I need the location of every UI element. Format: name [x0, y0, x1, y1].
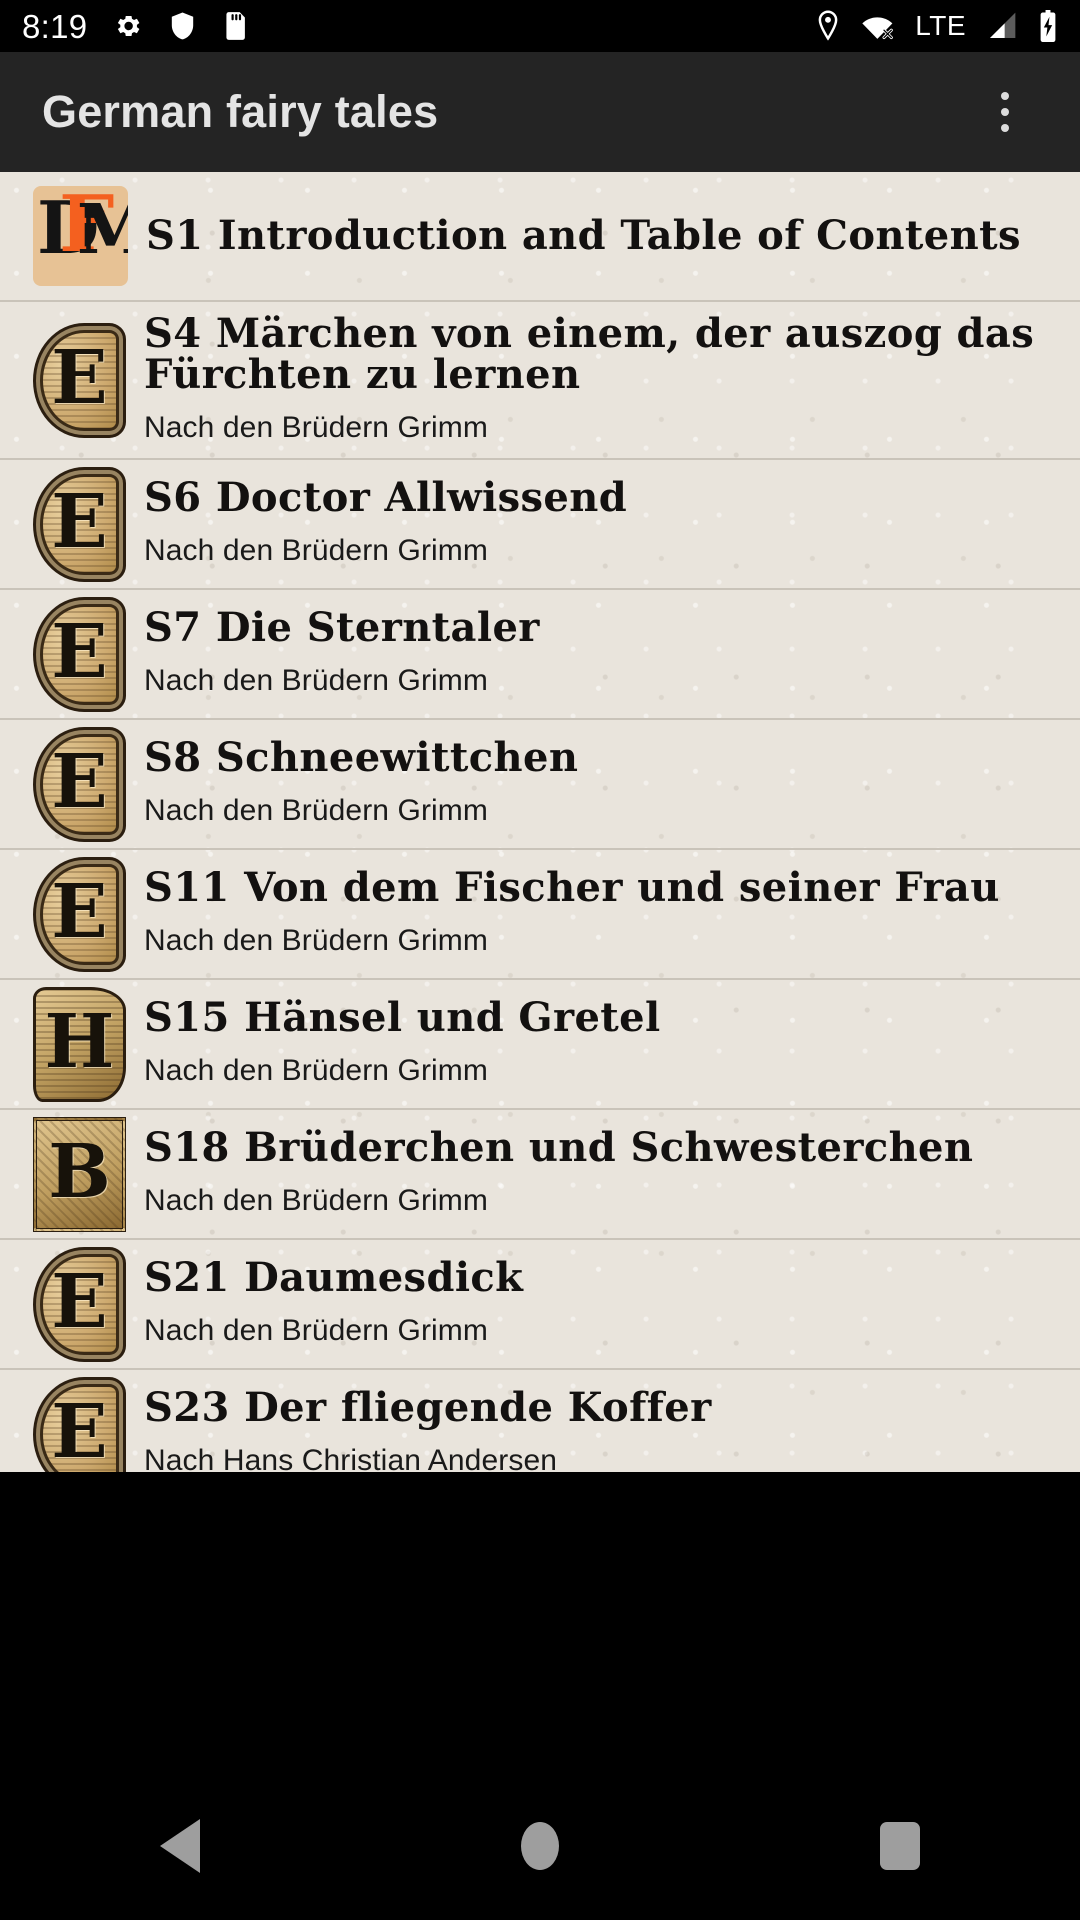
- list-item-text: S21 Daumesdick Nach den Brüdern Grimm: [144, 1258, 1080, 1349]
- list-item-title: S4 Märchen von einem, der auszog das Für…: [144, 313, 1035, 396]
- initial-letter-thumbnail: E: [33, 1246, 126, 1362]
- list-item-title: S15 Hänsel und Gretel: [144, 994, 661, 1042]
- list-item[interactable]: E S8 Schneewittchen Nach den Brüdern Grimm: [0, 720, 1080, 850]
- back-button[interactable]: [160, 1819, 201, 1873]
- list-item-subtitle: Nach den Brüdern Grimm: [144, 410, 488, 444]
- list-item-title: S23 Der fliegende Koffer: [144, 1384, 712, 1432]
- battery-charging-icon: [1038, 10, 1058, 42]
- illuminated-initial: E: [33, 856, 126, 972]
- list-item-subtitle: Nach den Brüdern Grimm: [144, 1054, 488, 1088]
- list-item-text: S4 Märchen von einem, der auszog das Für…: [144, 314, 1080, 446]
- status-bar-left: 8:19: [22, 10, 247, 43]
- list-item-text: S23 Der fliegende Koffer Nach Hans Christ…: [144, 1388, 1080, 1472]
- illuminated-initial: E: [33, 596, 126, 712]
- list-item-text: S8 Schneewittchen Nach den Brüdern Grimm: [144, 738, 1080, 829]
- initial-letter-thumbnail: E: [33, 1376, 126, 1472]
- back-triangle-icon: [160, 1819, 201, 1873]
- list-item[interactable]: DFM S1 Introduction and Table of Contents: [0, 172, 1080, 302]
- recents-square-icon: [879, 1822, 920, 1870]
- initial-letter-thumbnail: E: [33, 322, 126, 438]
- list-item-subtitle: Nach den Brüdern Grimm: [144, 664, 488, 698]
- list-item-title: S6 Doctor Allwissend: [144, 474, 628, 522]
- list-item[interactable]: E S4 Märchen von einem, der auszog das Fü…: [0, 302, 1080, 460]
- list-item-subtitle: Nach den Brüdern Grimm: [144, 1314, 488, 1348]
- shield-icon: [169, 11, 196, 41]
- app-bar: German fairy tales: [0, 52, 1080, 172]
- home-button[interactable]: [520, 1822, 559, 1870]
- initial-letter-thumbnail: E: [33, 856, 126, 972]
- initial-letter-thumbnail: H: [33, 986, 126, 1102]
- list-item-text: S7 Die Sterntaler Nach den Brüdern Grimm: [144, 608, 1080, 699]
- list-item[interactable]: B S18 Brüderchen und Schwesterchen Nach de…: [0, 1110, 1080, 1240]
- list-item[interactable]: E S23 Der fliegende Koffer Nach Hans Chris…: [0, 1370, 1080, 1472]
- list-item[interactable]: E S7 Die Sterntaler Nach den Brüdern Grimm: [0, 590, 1080, 720]
- list-item-text: S6 Doctor Allwissend Nach den Brüdern Gri…: [144, 478, 1080, 569]
- list-item-title: S11 Von dem Fischer und seiner Frau: [144, 864, 1000, 912]
- location-pin-icon: [815, 10, 841, 42]
- network-type-label: LTE: [915, 10, 966, 41]
- illuminated-initial: B: [33, 1116, 126, 1232]
- home-circle-icon: [520, 1822, 559, 1870]
- illuminated-initial: E: [33, 1376, 126, 1472]
- status-bar-right: LTE: [815, 10, 1058, 42]
- list-item-text: S11 Von dem Fischer und seiner Frau Nach …: [144, 868, 1080, 959]
- list-item-title: S7 Die Sterntaler: [144, 604, 540, 652]
- page-title: German fairy tales: [42, 86, 439, 137]
- list-item-title: S1 Introduction and Table of Contents: [146, 211, 1021, 259]
- list-item[interactable]: H S15 Hänsel und Gretel Nach den Brüdern G…: [0, 980, 1080, 1110]
- book-cover-thumbnail: DFM: [33, 186, 128, 286]
- initial-letter-thumbnail: E: [33, 726, 126, 842]
- sd-card-icon: [222, 11, 247, 41]
- list-item-text: S15 Hänsel und Gretel Nach den Brüdern Gr…: [144, 998, 1080, 1089]
- signal-icon: [986, 11, 1018, 41]
- illuminated-initial: E: [33, 726, 126, 842]
- monogram: DFM: [37, 186, 128, 270]
- list-item-subtitle: Nach den Brüdern Grimm: [144, 1184, 488, 1218]
- story-list[interactable]: DFM S1 Introduction and Table of Contents…: [0, 172, 1080, 1472]
- overflow-menu-icon[interactable]: [972, 69, 1038, 155]
- list-item[interactable]: E S21 Daumesdick Nach den Brüdern Grimm: [0, 1240, 1080, 1370]
- list-item-subtitle: Nach Hans Christian Andersen: [144, 1444, 558, 1472]
- initial-letter-thumbnail: E: [33, 596, 126, 712]
- list-item[interactable]: E S6 Doctor Allwissend Nach den Brüdern Gr…: [0, 460, 1080, 590]
- initial-letter-thumbnail: E: [33, 466, 126, 582]
- illuminated-initial: H: [33, 986, 126, 1102]
- initial-letter-thumbnail: B: [33, 1116, 126, 1232]
- list-item-title: S18 Brüderchen und Schwesterchen: [144, 1124, 974, 1172]
- list-item-subtitle: Nach den Brüdern Grimm: [144, 794, 488, 828]
- recents-button[interactable]: [879, 1822, 920, 1870]
- wifi-off-icon: [861, 11, 895, 41]
- status-bar: 8:19 LTE: [0, 0, 1080, 52]
- illuminated-initial: E: [33, 322, 126, 438]
- list-item-subtitle: Nach den Brüdern Grimm: [144, 924, 488, 958]
- illuminated-initial: E: [33, 1246, 126, 1362]
- status-bar-clock: 8:19: [22, 7, 88, 45]
- list-item-title: S21 Daumesdick: [144, 1254, 524, 1302]
- list-item-title: S8 Schneewittchen: [144, 734, 579, 782]
- list-item[interactable]: E S11 Von dem Fischer und seiner Frau Nach…: [0, 850, 1080, 980]
- list-item-text: S18 Brüderchen und Schwesterchen Nach den…: [144, 1128, 1080, 1219]
- phone-screen: 8:19 LTE German fairy tales D F S1 Intro…: [0, 0, 1080, 1920]
- gear-icon: [113, 11, 143, 41]
- list-item-subtitle: Nach den Brüdern Grimm: [144, 534, 488, 568]
- navigation-bar: [0, 1772, 1080, 1920]
- list-item-text: S1 Introduction and Table of Contents: [146, 211, 1080, 259]
- illuminated-initial: E: [33, 466, 126, 582]
